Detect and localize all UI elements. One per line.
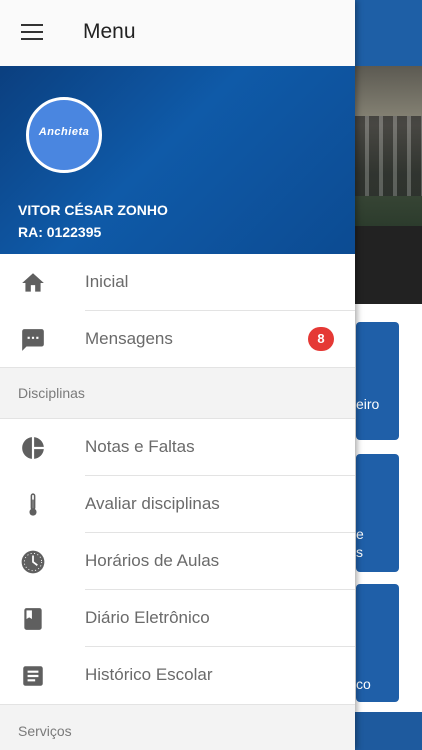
hamburger-menu-icon[interactable]	[21, 24, 43, 40]
menu-item-diario-eletronico[interactable]: Diário Eletrônico	[0, 590, 355, 646]
background-photo-roof	[355, 116, 422, 196]
profile-header: Anchieta VITOR CÉSAR ZONHO RA: 0122395	[0, 66, 355, 254]
background-campus-photo	[355, 66, 422, 304]
menu-item-label: Histórico Escolar	[85, 665, 213, 684]
anchieta-logo: Anchieta	[38, 126, 90, 138]
background-tile-label: e	[356, 526, 364, 542]
drawer-header-bar: Menu	[0, 0, 355, 67]
background-tile-label: co	[356, 676, 371, 692]
background-tile-label: s	[356, 544, 363, 560]
background-bottom-bar	[355, 712, 422, 750]
background-tile-third[interactable]: co	[356, 584, 399, 702]
drawer-title: Menu	[83, 20, 136, 43]
menu-item-notas-faltas[interactable]: Notas e Faltas	[0, 419, 355, 475]
book-icon	[24, 608, 42, 630]
background-photo-shadow	[355, 226, 422, 304]
menu-item-label: Notas e Faltas	[85, 437, 195, 456]
pie-chart-icon	[22, 437, 44, 459]
section-label: Serviços	[18, 723, 72, 739]
unread-count-badge: 8	[308, 327, 334, 351]
clock-icon	[21, 550, 45, 574]
background-tile-label: eiro	[356, 396, 380, 412]
background-tile-secondary[interactable]: e s	[356, 454, 399, 572]
user-name: VITOR CÉSAR ZONHO	[18, 202, 168, 218]
menu-item-horarios-aulas[interactable]: Horários de Aulas	[0, 533, 355, 589]
document-icon	[23, 666, 43, 686]
menu-item-inicial[interactable]: Inicial	[0, 254, 355, 310]
thermometer-icon	[29, 493, 37, 516]
menu-item-label: Mensagens	[85, 329, 173, 348]
home-icon	[22, 273, 44, 292]
menu-item-mensagens[interactable]: Mensagens 8	[0, 311, 355, 367]
menu-item-label: Diário Eletrônico	[85, 608, 210, 627]
background-tile-financeiro[interactable]: eiro	[356, 322, 399, 440]
section-header-disciplinas: Disciplinas	[0, 368, 355, 418]
menu-item-label: Horários de Aulas	[85, 551, 220, 570]
avatar: Anchieta	[26, 97, 102, 173]
section-header-servicos: Serviços	[0, 705, 355, 750]
section-label: Disciplinas	[18, 385, 85, 401]
user-ra: RA: 0122395	[18, 224, 102, 240]
menu-item-label: Inicial	[85, 272, 129, 291]
navigation-drawer: Menu Anchieta VITOR CÉSAR ZONHO RA: 0122…	[0, 0, 355, 750]
message-icon	[22, 329, 44, 351]
menu-item-historico-escolar[interactable]: Histórico Escolar	[0, 647, 355, 703]
menu-item-label: Avaliar disciplinas	[85, 494, 220, 513]
menu-item-avaliar-disciplinas[interactable]: Avaliar disciplinas	[0, 476, 355, 532]
